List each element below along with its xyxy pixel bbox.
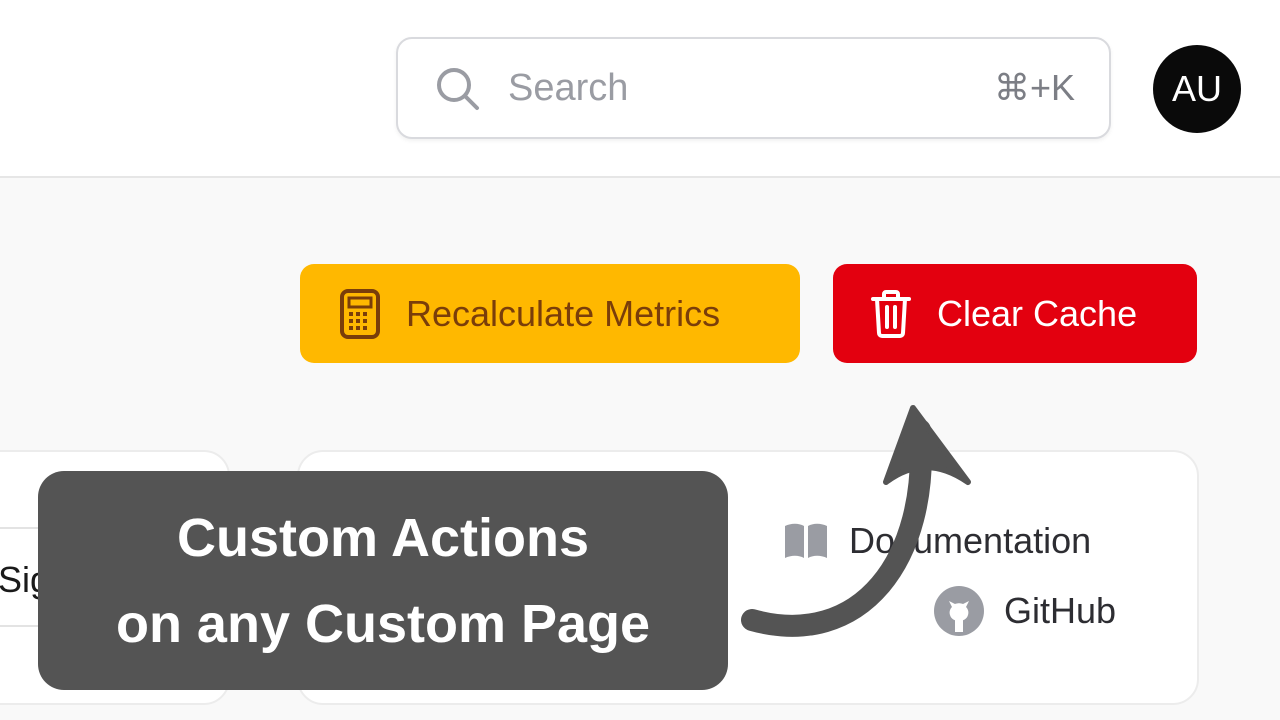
recalculate-metrics-label: Recalculate Metrics (406, 292, 721, 334)
documentation-label: Documentation (849, 520, 1092, 561)
search-box[interactable]: Search ⌘+K (396, 37, 1111, 139)
github-icon (934, 586, 984, 636)
calculator-icon (340, 288, 380, 339)
clear-cache-button[interactable]: Clear Cache (833, 264, 1197, 363)
search-placeholder: Search (508, 67, 629, 109)
documentation-link[interactable]: Documentation (783, 520, 1091, 562)
caption-line-2: on any Custom Page (115, 594, 651, 654)
search-shortcut: ⌘+K (993, 67, 1075, 108)
recalculate-metrics-button[interactable]: Recalculate Metrics (300, 264, 800, 363)
search-icon (437, 68, 479, 110)
clear-cache-label: Clear Cache (937, 292, 1138, 334)
avatar[interactable]: AU (1153, 45, 1241, 133)
caption-banner: Custom Actions on any Custom Page (38, 471, 728, 690)
github-label: GitHub (1004, 590, 1117, 631)
top-header: Search ⌘+K AU (0, 0, 1280, 178)
caption-line-1: Custom Actions (176, 508, 589, 568)
book-icon (785, 523, 827, 558)
stage: Search ⌘+K AU Recalculate Metrics Clear … (0, 0, 1280, 720)
github-link[interactable]: GitHub (932, 584, 1116, 638)
trash-icon (871, 289, 911, 338)
